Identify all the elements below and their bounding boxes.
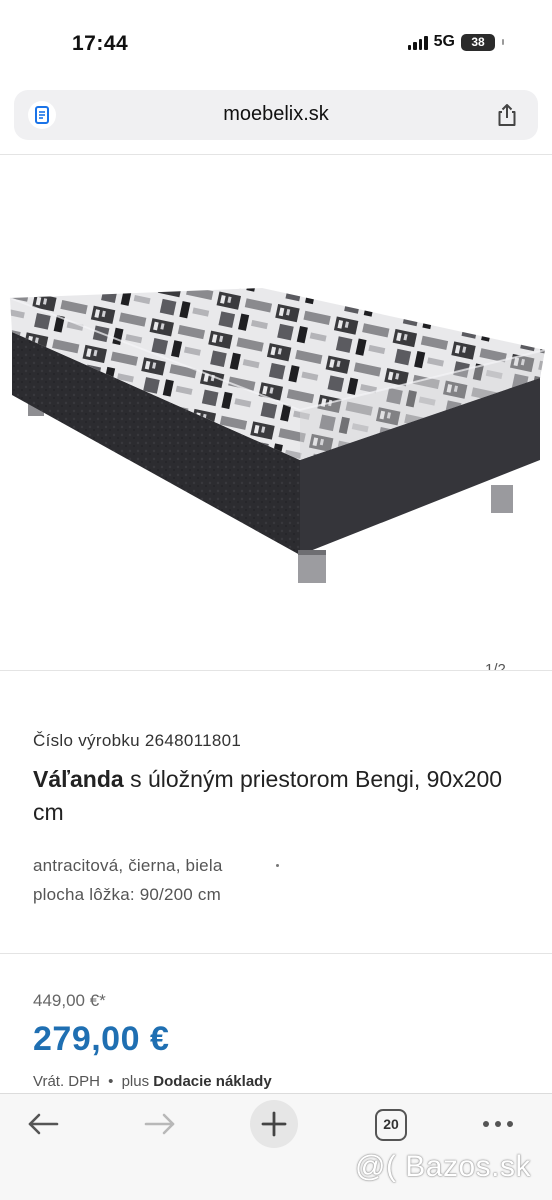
product-image[interactable] (0, 160, 552, 665)
info-divider (0, 953, 552, 954)
status-indicators: 5G 38 (407, 33, 504, 51)
bazos-watermark: @( Bazos.sk (355, 1150, 531, 1183)
product-bed-area: plocha lôžka: 90/200 cm (33, 885, 221, 904)
address-bar[interactable]: moebelix.sk (14, 90, 538, 140)
price-note: Vrát. DPH • plus Dodacie náklady (33, 1073, 272, 1090)
attribute-dot (276, 864, 279, 867)
new-tab-button[interactable] (250, 1100, 298, 1148)
shipping-prefix: plus (121, 1073, 150, 1090)
url-text[interactable]: moebelix.sk (14, 103, 538, 126)
tabs-icon[interactable]: 20 (375, 1109, 407, 1141)
new-tab-plus-icon (261, 1111, 287, 1137)
network-type: 5G (433, 33, 455, 50)
note-separator: • (108, 1073, 114, 1090)
image-divider (0, 670, 552, 671)
product-title: Váľanda s úložným priestorom Bengi, 90x2… (33, 763, 513, 829)
more-icon[interactable] (476, 1106, 520, 1142)
old-price: 449,00 €* (33, 991, 106, 1010)
product-brand: Váľanda (33, 766, 124, 792)
vat-note: Vrát. DPH (33, 1073, 100, 1090)
forward-arrow-icon[interactable] (138, 1106, 182, 1142)
battery-cap (502, 39, 504, 45)
current-price: 279,00 € (33, 1020, 170, 1058)
status-bar: 17:44 5G 38 (0, 0, 552, 86)
back-arrow-icon[interactable] (21, 1106, 65, 1142)
shipping-costs-link[interactable]: Dodacie náklady (153, 1073, 271, 1090)
share-icon[interactable] (494, 102, 520, 128)
status-time: 17:44 (72, 32, 129, 55)
signal-icon (407, 34, 428, 50)
product-number: Číslo výrobku 2648011801 (33, 731, 242, 750)
header-divider (0, 154, 552, 155)
product-color: antracitová, čierna, biela (33, 856, 223, 875)
battery-icon: 38 (461, 33, 495, 51)
gallery-counter: 1/2 (485, 661, 506, 670)
